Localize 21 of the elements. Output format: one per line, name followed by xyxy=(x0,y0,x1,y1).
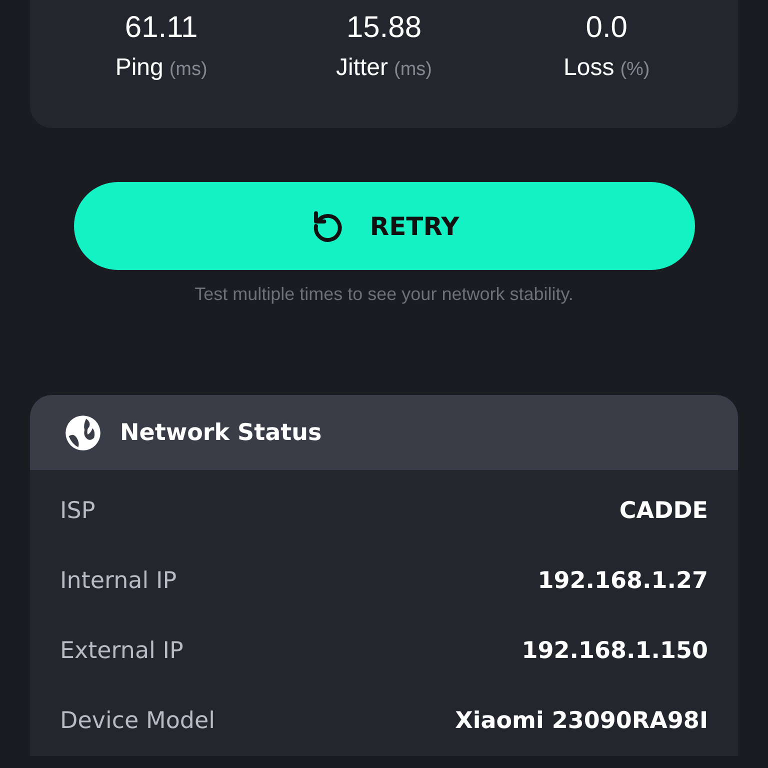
hint-text: Test multiple times to see your network stability. xyxy=(194,284,574,305)
globe-icon xyxy=(64,414,102,452)
row-value: Xiaomi 23090RA98I xyxy=(455,708,708,734)
metric-unit: (ms) xyxy=(169,59,208,81)
metric-value: 61.11 xyxy=(124,10,198,46)
row-value: CADDE xyxy=(619,498,708,524)
metric-value: 0.0 xyxy=(586,10,628,46)
row-label: External IP xyxy=(60,638,184,664)
metric-label: Jitter xyxy=(336,54,388,82)
metric-label: Loss xyxy=(564,54,614,82)
retry-button[interactable]: RETRY xyxy=(74,182,695,270)
card-title: Network Status xyxy=(120,420,322,446)
metric-label: Ping xyxy=(115,54,164,82)
metric-value: 15.88 xyxy=(346,10,422,46)
metric-unit: (ms) xyxy=(394,59,432,81)
row-label: Internal IP xyxy=(60,568,177,594)
row-value: 192.168.1.150 xyxy=(522,638,708,664)
row-value: 192.168.1.27 xyxy=(538,568,708,594)
row-label: ISP xyxy=(60,498,96,524)
row-label: Device Model xyxy=(60,708,216,734)
metric-unit: (%) xyxy=(620,59,650,81)
